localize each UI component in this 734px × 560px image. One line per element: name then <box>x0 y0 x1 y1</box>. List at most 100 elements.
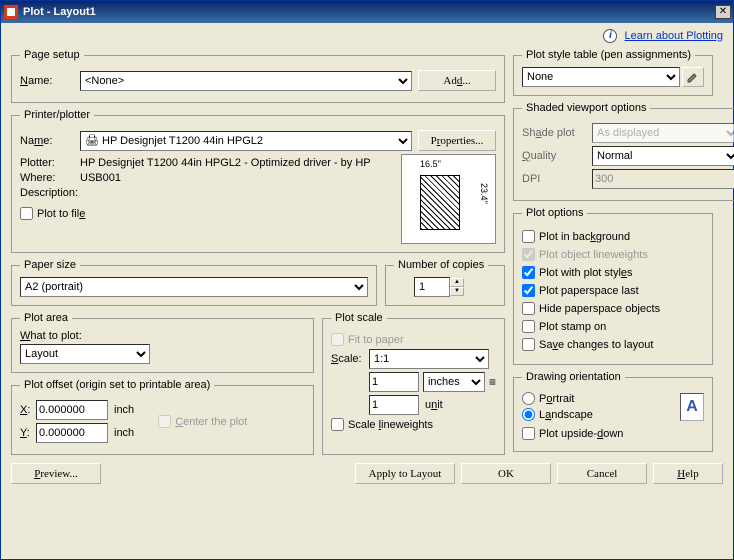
center-plot-check <box>158 415 171 428</box>
app-icon <box>3 4 19 20</box>
upside-down-label: Plot upside-down <box>539 428 623 440</box>
preview-button[interactable]: Preview... <box>11 463 101 484</box>
learn-link[interactable]: Learn about Plotting <box>625 30 723 42</box>
portrait-radio[interactable] <box>522 392 535 405</box>
hide-paperspace-label: Hide paperspace objects <box>539 303 660 315</box>
where-label: Where: <box>20 172 80 184</box>
fit-to-paper-label: Fit to paper <box>348 334 404 346</box>
where-value: USB001 <box>80 172 121 184</box>
printer-name-select[interactable]: 🖨 HP Designjet T1200 44in HPGL2 <box>80 131 412 151</box>
shade-plot-label: Shade plot <box>522 127 592 139</box>
offset-group: Plot offset (origin set to printable are… <box>11 379 314 455</box>
plot-style-select[interactable]: None <box>522 67 680 87</box>
info-icon: i <box>603 29 617 43</box>
copies-group: Number of copies ▲▼ <box>385 259 505 306</box>
properties-button[interactable]: Properties... <box>418 130 496 151</box>
landscape-radio[interactable] <box>522 408 535 421</box>
printer-legend: Printer/plotter <box>20 109 94 121</box>
landscape-label: Landscape <box>539 409 593 421</box>
orientation-group: Drawing orientation Portrait Landscape A… <box>513 371 713 452</box>
printer-group: Printer/plotter Name: 🖨 HP Designjet T12… <box>11 109 505 253</box>
titlebar: Plot - Layout1 ✕ <box>1 1 733 23</box>
plot-options-group: Plot options Plot in background Plot obj… <box>513 207 713 365</box>
apply-layout-button[interactable]: Apply to Layout <box>355 463 455 484</box>
scale-num-input[interactable] <box>369 372 419 392</box>
plot-styles-label: Plot with plot styles <box>539 267 633 279</box>
offset-x-input[interactable] <box>36 400 108 420</box>
preview-width: 16.5'' <box>420 159 441 169</box>
save-changes-label: Save changes to layout <box>539 339 653 351</box>
save-changes-check[interactable] <box>522 338 535 351</box>
shaded-group: Shaded viewport options Shade plotAs dis… <box>513 102 734 201</box>
center-plot-label: Center the plot <box>175 416 247 428</box>
plot-to-file-label: Plot to file <box>37 208 85 220</box>
quality-label: Quality <box>522 150 592 162</box>
offset-y-unit: inch <box>114 427 134 439</box>
upside-down-check[interactable] <box>522 427 535 440</box>
scale-den-input[interactable] <box>369 395 419 415</box>
page-setup-name-label: Name: <box>20 75 80 87</box>
plot-stamp-check[interactable] <box>522 320 535 333</box>
scale-lineweights-label: Scale lineweights <box>348 419 433 431</box>
orientation-icon: A <box>680 393 704 421</box>
plot-area-group: Plot area What to plot: Layout <box>11 312 314 373</box>
plotter-label: Plotter: <box>20 157 80 169</box>
paperspace-last-label: Plot paperspace last <box>539 285 639 297</box>
plot-background-check[interactable] <box>522 230 535 243</box>
paperspace-last-check[interactable] <box>522 284 535 297</box>
offset-x-label: X: <box>20 404 36 416</box>
offset-y-input[interactable] <box>36 423 108 443</box>
window-title: Plot - Layout1 <box>23 6 715 18</box>
plotter-value: HP Designjet T1200 44in HPGL2 - Optimize… <box>80 157 371 169</box>
desc-label: Description: <box>20 187 80 199</box>
scale-den-unit: unit <box>425 399 443 411</box>
hide-paperspace-check[interactable] <box>522 302 535 315</box>
page-setup-legend: Page setup <box>20 49 84 61</box>
paper-preview: 16.5'' 23.4'' <box>401 154 496 244</box>
add-button[interactable]: Add... <box>418 70 496 91</box>
offset-x-unit: inch <box>114 404 134 416</box>
plot-options-legend: Plot options <box>522 207 587 219</box>
plot-lineweights-label: Plot object lineweights <box>539 249 648 261</box>
paper-size-group: Paper size A2 (portrait) <box>11 259 377 306</box>
shade-plot-select: As displayed <box>592 123 734 143</box>
what-to-plot-select[interactable]: Layout <box>20 344 150 364</box>
paper-size-legend: Paper size <box>20 259 80 271</box>
dpi-input <box>592 169 734 189</box>
scale-select[interactable]: 1:1 <box>369 349 489 369</box>
plot-style-legend: Plot style table (pen assignments) <box>522 49 695 61</box>
dpi-label: DPI <box>522 173 592 185</box>
copies-up[interactable]: ▲ <box>450 278 464 287</box>
orientation-legend: Drawing orientation <box>522 371 625 383</box>
plot-lineweights-check <box>522 248 535 261</box>
plot-scale-legend: Plot scale <box>331 312 387 324</box>
scale-label: Scale: <box>331 353 369 365</box>
close-button[interactable]: ✕ <box>715 5 731 19</box>
copies-down[interactable]: ▼ <box>450 287 464 296</box>
plot-to-file-check[interactable] <box>20 207 33 220</box>
offset-y-label: Y: <box>20 427 36 439</box>
edit-style-button[interactable] <box>682 67 704 87</box>
what-to-plot-label: What to plot: <box>20 330 305 342</box>
shaded-legend: Shaded viewport options <box>522 102 650 114</box>
quality-select[interactable]: Normal <box>592 146 734 166</box>
cancel-button[interactable]: Cancel <box>557 463 647 484</box>
page-setup-name-select[interactable]: <None> <box>80 71 412 91</box>
copies-legend: Number of copies <box>394 259 488 271</box>
paper-size-select[interactable]: A2 (portrait) <box>20 277 368 297</box>
equals-icon: ≡ <box>489 375 496 389</box>
fit-to-paper-check <box>331 333 344 346</box>
preview-height: 23.4'' <box>479 183 489 204</box>
plot-scale-group: Plot scale Fit to paper Scale:1:1 inches… <box>322 312 505 455</box>
scale-lineweights-check[interactable] <box>331 418 344 431</box>
offset-legend: Plot offset (origin set to printable are… <box>20 379 214 391</box>
ok-button[interactable]: OK <box>461 463 551 484</box>
printer-name-label: Name: <box>20 135 80 147</box>
plot-area-legend: Plot area <box>20 312 72 324</box>
plot-stamp-label: Plot stamp on <box>539 321 606 333</box>
plot-background-label: Plot in background <box>539 231 630 243</box>
copies-input[interactable] <box>414 277 450 297</box>
plot-styles-check[interactable] <box>522 266 535 279</box>
scale-unit-select[interactable]: inches <box>423 372 485 392</box>
help-button[interactable]: Help <box>653 463 723 484</box>
